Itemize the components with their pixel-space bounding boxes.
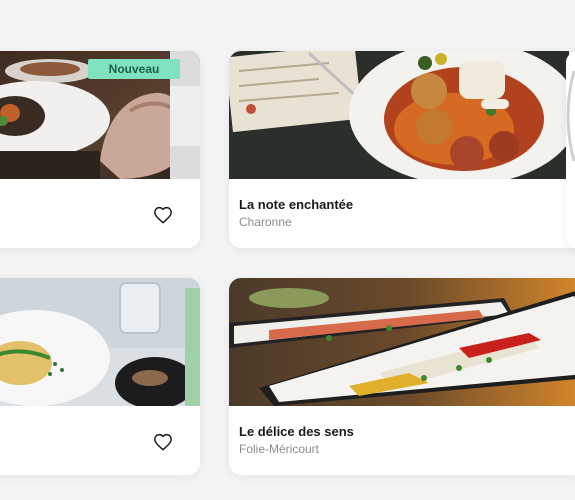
- restaurant-photo[interactable]: [0, 278, 200, 406]
- new-badge: Nouveau: [88, 59, 180, 79]
- restaurant-card[interactable]: [566, 51, 575, 248]
- favorite-button[interactable]: [153, 206, 175, 226]
- restaurant-card[interactable]: Le délice des sens Folie-Méricourt: [229, 278, 575, 475]
- restaurant-card[interactable]: Nouveau: [0, 51, 200, 248]
- restaurant-name[interactable]: Le délice des sens: [239, 424, 354, 439]
- restaurant-photo[interactable]: [229, 278, 575, 406]
- restaurant-grid: Nouveau La note enchantée Charonne Le dé…: [0, 0, 575, 500]
- favorite-button[interactable]: [153, 433, 175, 453]
- restaurant-name[interactable]: La note enchantée: [239, 197, 353, 212]
- heart-icon: [154, 433, 172, 451]
- restaurant-photo[interactable]: [229, 51, 575, 179]
- restaurant-area: Folie-Méricourt: [239, 442, 320, 456]
- restaurant-card[interactable]: [0, 278, 200, 475]
- restaurant-area: Charonne: [239, 215, 292, 229]
- heart-icon: [154, 206, 172, 224]
- restaurant-photo[interactable]: [566, 51, 575, 179]
- restaurant-card[interactable]: La note enchantée Charonne: [229, 51, 575, 248]
